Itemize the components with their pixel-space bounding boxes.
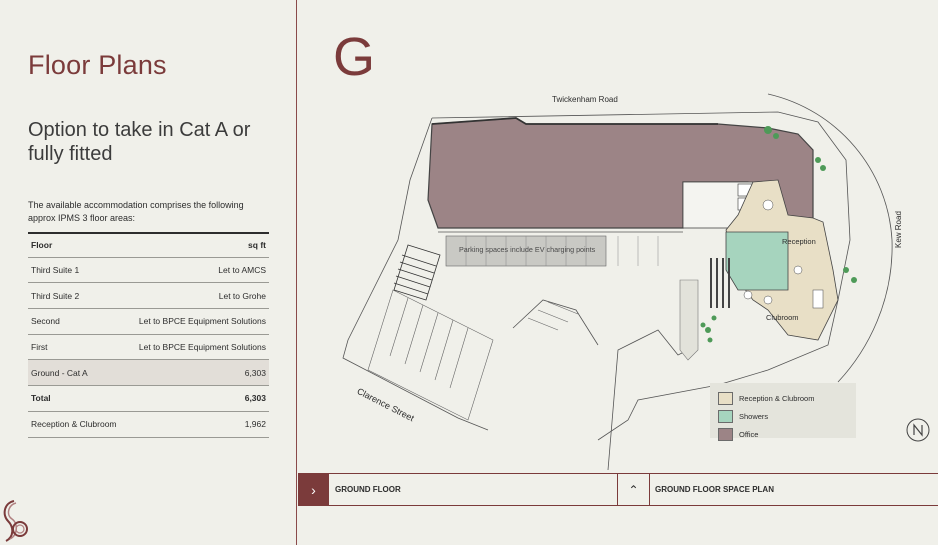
table-row: Third Suite 1 Let to AMCS <box>28 258 269 284</box>
road-label-twickenham: Twickenham Road <box>552 95 618 104</box>
road-label-kew: Kew Road <box>894 211 903 248</box>
table-row: Second Let to BPCE Equipment Solutions <box>28 309 269 335</box>
row-floor: Ground - Cat A <box>31 367 88 378</box>
row-floor: Second <box>31 316 60 327</box>
clubroom-label: Clubroom <box>766 313 799 322</box>
legend-swatch <box>718 427 733 441</box>
table-header: Floor sq ft <box>28 232 269 258</box>
table-row-total: Total 6,303 <box>28 386 269 412</box>
reception-label: Reception <box>782 237 816 246</box>
legend-swatch <box>718 409 733 423</box>
brand-logo-icon <box>3 500 28 542</box>
parking-note: Parking spaces include EV charging point… <box>459 245 596 254</box>
header-area: sq ft <box>248 240 266 251</box>
row-area: 6,303 <box>244 367 266 378</box>
table-row-highlighted: Ground - Cat A 6,303 <box>28 360 269 387</box>
page-subtitle: Option to take in Cat A or fully fitted <box>28 119 251 165</box>
row-floor: First <box>31 342 48 353</box>
expand-space-plan-button[interactable]: ⌃ <box>617 474 650 505</box>
legend-label: Showers <box>739 411 769 421</box>
legend-item-reception: Reception & Clubroom <box>718 389 848 407</box>
chevron-up-icon: ⌃ <box>628 482 639 497</box>
row-area: Let to BPCE Equipment Solutions <box>138 316 266 327</box>
floor-area-table: Floor sq ft Third Suite 1 Let to AMCS Th… <box>28 232 269 438</box>
north-compass-icon <box>906 418 930 442</box>
row-area: Let to AMCS <box>218 265 266 276</box>
plan-area: G Reception Clubroom Parking spaces incl… <box>298 0 938 545</box>
legend-item-showers: Showers <box>718 407 848 425</box>
row-floor: Third Suite 1 <box>31 265 80 276</box>
row-area: 6,303 <box>244 393 266 404</box>
plan-legend: Reception & Clubroom Showers Office <box>710 383 856 441</box>
ground-floor-link[interactable]: GROUND FLOOR <box>335 485 401 494</box>
space-plan-link[interactable]: GROUND FLOOR SPACE PLAN <box>655 485 774 494</box>
chevron-right-icon: › <box>311 481 316 498</box>
row-area: 1,962 <box>244 419 266 430</box>
legend-label: Reception & Clubroom <box>739 393 815 403</box>
page-title: Floor Plans <box>28 50 167 80</box>
intro-text: The available accommodation comprises th… <box>28 200 244 223</box>
table-row: First Let to BPCE Equipment Solutions <box>28 335 269 361</box>
floor-nav-bar: › GROUND FLOOR ⌃ GROUND FLOOR SPACE PLAN <box>298 473 938 506</box>
info-panel: Floor Plans Option to take in Cat A or f… <box>0 0 297 545</box>
header-floor: Floor <box>31 240 53 251</box>
row-floor: Third Suite 2 <box>31 290 80 301</box>
row-area: Let to BPCE Equipment Solutions <box>138 342 266 353</box>
legend-item-office: Office <box>718 425 848 443</box>
row-area: Let to Grohe <box>218 290 266 301</box>
table-row: Reception & Clubroom 1,962 <box>28 412 269 438</box>
next-floor-button[interactable]: › <box>298 474 329 505</box>
legend-label: Office <box>739 429 759 439</box>
row-floor: Total <box>31 393 51 404</box>
legend-swatch <box>718 391 733 405</box>
table-row: Third Suite 2 Let to Grohe <box>28 283 269 310</box>
row-floor: Reception & Clubroom <box>31 419 117 430</box>
